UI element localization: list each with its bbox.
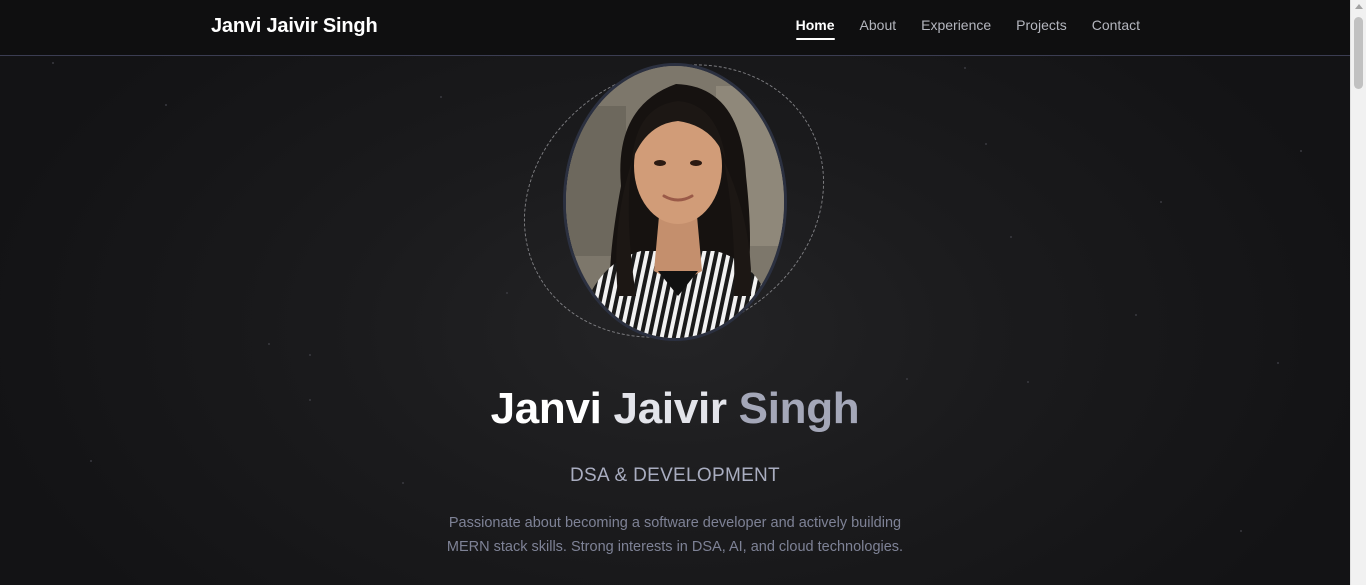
hero-title-word-2: Jaivir (613, 384, 727, 433)
nav-experience[interactable]: Experience (921, 17, 991, 38)
profile-photo-illustration (566, 66, 784, 338)
hero-title: Janvi Jaivir Singh (0, 384, 1350, 434)
hero-description-line-1: Passionate about becoming a software dev… (448, 515, 902, 531)
hero-description-line-2: MERN stack skills. Strong interests in D… (446, 539, 904, 555)
top-navbar: Janvi Jaivir Singh Home About Experience… (0, 0, 1350, 56)
scroll-up-arrow-icon[interactable] (1355, 4, 1363, 9)
scroll-thumb[interactable] (1354, 17, 1363, 89)
nav-home[interactable]: Home (795, 17, 835, 40)
portfolio-page: Janvi Jaivir Singh Home About Experience… (0, 0, 1366, 585)
nav-about[interactable]: About (860, 17, 897, 38)
hero-title-word-3: Singh (738, 384, 860, 433)
nav-projects[interactable]: Projects (1016, 17, 1067, 38)
main-nav: Home About Experience Projects Contact (795, 17, 1140, 40)
hero-description: Passionate about becoming a software dev… (430, 511, 920, 559)
hero-subtitle: DSA & DEVELOPMENT (570, 465, 780, 486)
vertical-scrollbar[interactable] (1350, 0, 1366, 585)
nav-contact[interactable]: Contact (1092, 17, 1140, 38)
brand-logo[interactable]: Janvi Jaivir Singh (211, 15, 378, 38)
profile-photo (563, 63, 787, 341)
hero-title-word-1: Janvi (490, 384, 602, 433)
